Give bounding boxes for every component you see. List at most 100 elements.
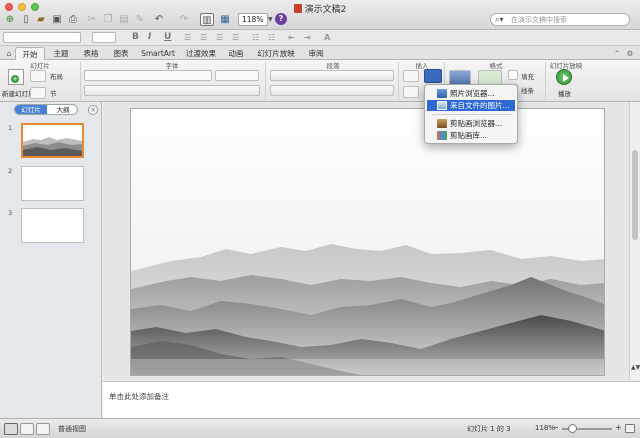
fit-to-window-icon[interactable] <box>625 424 635 433</box>
search-field[interactable]: ⌕▾ 在演示文稿中搜索 <box>490 13 630 26</box>
ribbon-home-icon[interactable]: ⌂ <box>4 47 14 60</box>
powerpoint-window: 演示文稿2 ⊕ ▯ ▰ ▣ ⎙ ✂ ❐ ▤ ✎ ↶ ↷ ▥ ▦ 118% ▼ ?… <box>0 0 640 438</box>
menu-item-picture-from-file[interactable]: 来自文件的图片... <box>427 100 515 111</box>
scroll-thumb[interactable] <box>632 150 638 240</box>
menu-item-clipart-gallery[interactable]: 剪贴画库... <box>427 130 515 141</box>
paste-icon[interactable]: ▤ <box>117 13 131 26</box>
tab-themes[interactable]: 主题 <box>47 47 75 60</box>
redo-icon[interactable]: ↷ <box>177 13 191 26</box>
tab-review[interactable]: 审阅 <box>302 47 330 60</box>
new-slide-icon[interactable]: + <box>8 69 24 85</box>
gallery-toggle-icon[interactable]: ▥ <box>200 13 214 26</box>
font-size-combo[interactable] <box>92 32 116 43</box>
group-divider <box>265 62 266 100</box>
tab-tables[interactable]: 表格 <box>77 47 105 60</box>
ribbon-collapse-icon[interactable]: ⌃ <box>612 47 622 60</box>
slide-sorter-view-icon[interactable] <box>20 423 34 435</box>
alignment-buttons[interactable] <box>270 85 394 96</box>
justify-icon[interactable]: ☰ <box>232 32 239 43</box>
numbering-icon[interactable]: ☷ <box>268 32 275 43</box>
search-icon: ⌕▾ <box>495 15 504 24</box>
document-icon <box>293 4 302 13</box>
align-center-icon[interactable]: ☰ <box>200 32 207 43</box>
bold-button[interactable]: B <box>132 32 139 43</box>
normal-view-icon[interactable] <box>4 423 18 435</box>
undo-icon[interactable]: ↶ <box>152 13 166 26</box>
font-name-combo[interactable] <box>3 32 81 43</box>
fill-icon[interactable] <box>508 70 518 80</box>
tab-slideshow[interactable]: 幻灯片放映 <box>253 47 299 60</box>
menu-item-clipart-browser[interactable]: 剪贴画浏览器... <box>427 118 515 129</box>
text-box-icon[interactable] <box>403 70 419 82</box>
format-painter-icon[interactable]: ✎ <box>133 13 147 26</box>
align-left-icon[interactable]: ☰ <box>184 32 191 43</box>
ribbon-font-name-combo[interactable] <box>84 70 212 81</box>
italic-button[interactable]: I <box>148 32 151 43</box>
slide-thumbnail[interactable] <box>21 208 84 243</box>
tab-home[interactable]: 开始 <box>15 47 45 60</box>
font-color-icon[interactable]: A <box>324 32 330 43</box>
bullets-icon[interactable]: ☷ <box>252 32 259 43</box>
section-label[interactable]: 节 <box>50 88 57 98</box>
copy-icon[interactable]: ❐ <box>101 13 115 26</box>
close-pane-icon[interactable]: × <box>88 105 98 115</box>
line-label[interactable]: 线条 <box>521 85 534 95</box>
zoom-slider-knob[interactable] <box>568 424 577 433</box>
tab-transitions[interactable]: 过渡效果 <box>182 47 220 60</box>
align-right-icon[interactable]: ☰ <box>216 32 223 43</box>
clipart-browser-icon <box>437 119 447 128</box>
media-browser-icon[interactable]: ▦ <box>218 13 232 26</box>
tab-smartart[interactable]: SmartArt <box>137 47 179 60</box>
underline-button[interactable]: U <box>164 32 171 43</box>
picture-icon[interactable] <box>424 69 442 83</box>
vertical-scrollbar[interactable]: ▲▼ <box>629 102 640 380</box>
tab-charts[interactable]: 图表 <box>107 47 135 60</box>
slide-thumbnail-selected[interactable] <box>21 123 84 158</box>
menu-item-photo-browser[interactable]: 照片浏览器... <box>427 88 515 99</box>
shape-icon[interactable] <box>403 86 419 98</box>
menu-item-label: 剪贴画浏览器... <box>450 119 503 128</box>
section-icon[interactable] <box>30 87 46 99</box>
font-style-buttons[interactable] <box>84 85 260 96</box>
fill-label[interactable]: 填充 <box>521 71 534 81</box>
decrease-indent-icon[interactable]: ⇤ <box>288 32 295 43</box>
slide-number: 3 <box>8 209 13 217</box>
help-icon[interactable]: ? <box>275 13 287 25</box>
slide-number: 2 <box>8 167 13 175</box>
zoom-in-icon[interactable]: + <box>615 423 622 432</box>
tab-slides-view[interactable]: 幻灯片 <box>15 105 47 114</box>
group-label-font: 字体 <box>165 62 179 70</box>
print-icon[interactable]: ⎙ <box>66 13 80 26</box>
notes-pane[interactable]: 单击此处添加备注 <box>103 381 640 418</box>
thumbnail-landscape-image <box>23 125 82 156</box>
layout-label[interactable]: 布局 <box>50 71 63 81</box>
slide-thumbnail[interactable] <box>21 166 84 201</box>
title-bar: 演示文稿2 ⊕ ▯ ▰ ▣ ⎙ ✂ ❐ ▤ ✎ ↶ ↷ ▥ ▦ 118% ▼ ?… <box>0 0 640 30</box>
open-folder-icon[interactable]: ▰ <box>34 13 48 26</box>
play-label[interactable]: 播放 <box>558 88 571 98</box>
ribbon-settings-icon[interactable]: ⚙ <box>624 47 636 60</box>
tab-animations[interactable]: 动画 <box>222 47 250 60</box>
zoom-out-icon[interactable]: − <box>552 423 559 432</box>
increase-indent-icon[interactable]: ⇥ <box>304 32 311 43</box>
zoom-combo-value: 118% <box>242 15 264 24</box>
notes-view-icon[interactable] <box>36 423 50 435</box>
list-buttons[interactable] <box>270 70 394 81</box>
tab-outline-view[interactable]: 大纲 <box>47 105 77 114</box>
menu-separator <box>431 114 513 115</box>
zoom-combo[interactable]: 118% <box>238 13 268 26</box>
ribbon-font-size-combo[interactable] <box>215 70 259 81</box>
save-icon[interactable]: ▣ <box>50 13 64 26</box>
slide-canvas[interactable] <box>130 108 605 376</box>
landscape-image[interactable] <box>131 109 605 376</box>
new-document-icon[interactable]: ▯ <box>19 13 33 26</box>
group-divider <box>398 62 399 100</box>
menu-item-label: 剪贴画库... <box>450 131 488 140</box>
layout-icon[interactable] <box>30 70 46 82</box>
slide-navigation-pane: 幻灯片 大纲 × 1 2 3 <box>0 102 102 418</box>
pane-view-toggle: 幻灯片 大纲 <box>14 104 78 115</box>
new-from-template-icon[interactable]: ⊕ <box>3 13 17 26</box>
cut-icon[interactable]: ✂ <box>85 13 99 26</box>
scroll-arrows-icon[interactable]: ▲▼ <box>631 364 640 378</box>
play-icon[interactable] <box>556 69 572 85</box>
